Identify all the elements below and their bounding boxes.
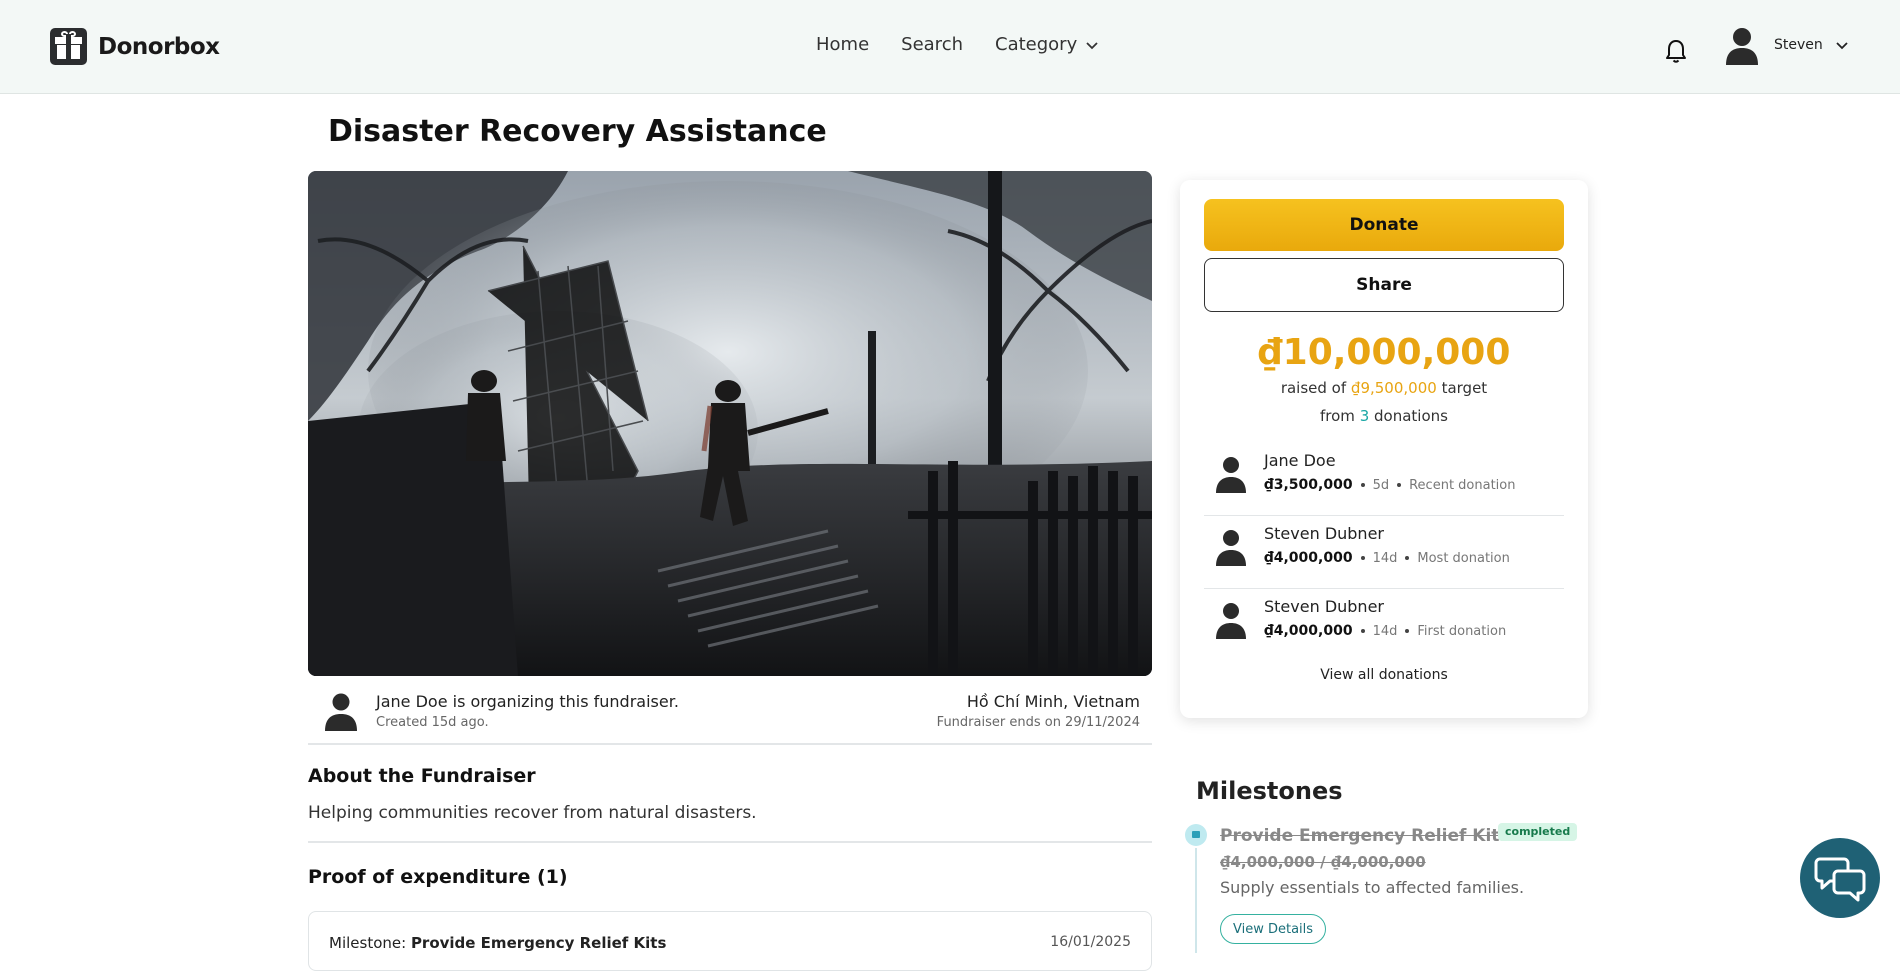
proof-milestone: Milestone: Provide Emergency Relief Kits [329,934,666,952]
donation-panel: Donate Share ₫10,000,000 raised of ₫9,50… [1180,180,1588,718]
donor-age: 5d [1372,477,1390,493]
separator-dot [1405,629,1410,633]
about-text: Helping communities recover from natural… [308,803,757,823]
logo[interactable]: Donorbox [50,28,220,65]
milestone-description: Supply essentials to affected families. [1220,878,1525,897]
target-suffix: target [1436,379,1488,397]
chevron-down-icon [1836,42,1848,50]
milestone-name: Provide Emergency Relief Kits [1220,826,1510,846]
nav-home[interactable]: Home [816,34,869,55]
donor-avatar-icon [1216,530,1246,566]
donor-row: Steven Dubner ₫4,000,000 14d First donat… [1204,589,1564,662]
donor-meta: ₫3,500,000 5d Recent donation [1264,477,1515,493]
donor-meta: ₫4,000,000 14d First donation [1264,623,1506,639]
organizer-avatar-icon [325,693,357,731]
end-date: Fundraiser ends on 29/11/2024 [936,715,1140,730]
chevron-down-icon [1086,41,1098,49]
user-menu[interactable]: Steven [1722,25,1849,65]
proof-title: Proof of expenditure (1) [308,866,568,888]
donor-row: Jane Doe ₫3,500,000 5d Recent donation [1204,443,1564,516]
donor-avatar-icon [1216,603,1246,639]
donor-meta: ₫4,000,000 14d Most donation [1264,550,1510,566]
bell-icon[interactable] [1664,38,1688,64]
donor-amount: ₫3,500,000 [1264,477,1353,493]
raised-target-line: raised of ₫9,500,000 target [1180,379,1588,397]
proof-card[interactable]: Milestone: Provide Emergency Relief Kits… [308,911,1152,971]
donation-count: 3 [1359,407,1370,425]
about-title: About the Fundraiser [308,765,536,787]
donor-name: Jane Doe [1264,451,1336,470]
donate-button[interactable]: Donate [1204,199,1564,251]
nav-search[interactable]: Search [901,34,963,55]
separator-dot [1405,556,1410,560]
donor-amount: ₫4,000,000 [1264,623,1353,639]
donor-row: Steven Dubner ₫4,000,000 14d Most donati… [1204,516,1564,589]
user-avatar-icon [1726,28,1758,65]
separator-dot [1360,556,1365,560]
view-all-donations-link[interactable]: View all donations [1180,667,1588,683]
donation-count-line: from 3 donations [1180,407,1588,425]
main-nav: Home Search Category [816,34,1099,55]
organizer-line: Jane Doe is organizing this fundraiser. [376,692,679,711]
proof-date: 16/01/2025 [1050,934,1131,950]
logo-text: Donorbox [98,33,220,60]
location: Hồ Chí Minh, Vietnam [966,692,1140,711]
created-ago: Created 15d ago. [376,715,489,730]
raised-amount: ₫10,000,000 [1257,332,1511,373]
separator-dot [1360,483,1365,487]
status-badge: completed [1498,823,1578,841]
separator-dot [1397,483,1402,487]
donor-avatar-icon [1216,457,1246,493]
user-name: Steven [1774,37,1823,53]
from-suffix: donations [1369,407,1448,425]
separator-dot [1360,629,1365,633]
share-button[interactable]: Share [1204,258,1564,312]
nav-category-label: Category [995,34,1078,55]
proof-milestone-prefix: Milestone: [329,934,411,952]
donor-age: 14d [1372,550,1398,566]
nav-category[interactable]: Category [995,34,1099,55]
milestone-amount: ₫4,000,000 / ₫4,000,000 [1220,853,1426,871]
donor-age: 14d [1372,623,1398,639]
donor-amount: ₫4,000,000 [1264,550,1353,566]
donor-name: Steven Dubner [1264,524,1384,543]
proof-milestone-name: Provide Emergency Relief Kits [410,934,667,952]
donor-name: Steven Dubner [1264,597,1384,616]
gift-logo-icon [50,28,87,65]
donor-tag: Recent donation [1409,477,1516,493]
chat-button[interactable] [1800,838,1880,918]
target-amount: ₫9,500,000 [1350,379,1437,397]
from-prefix: from [1320,407,1360,425]
milestones-title: Milestones [1196,777,1343,805]
milestone-lock-icon [1185,824,1207,846]
donor-tag: First donation [1417,623,1507,639]
raised-of-label: raised of [1280,379,1351,397]
chat-bubbles-icon [1814,857,1866,902]
view-details-button[interactable]: View Details [1220,914,1327,944]
milestone-timeline-line [1195,848,1197,953]
divider [308,841,1152,843]
fundraiser-hero-image [308,171,1152,676]
top-header: Donorbox Home Search Category Steven [0,0,1900,94]
donor-tag: Most donation [1417,550,1510,566]
organizer-row: Jane Doe is organizing this fundraiser. … [308,684,1152,745]
page-title: Disaster Recovery Assistance [328,114,827,149]
